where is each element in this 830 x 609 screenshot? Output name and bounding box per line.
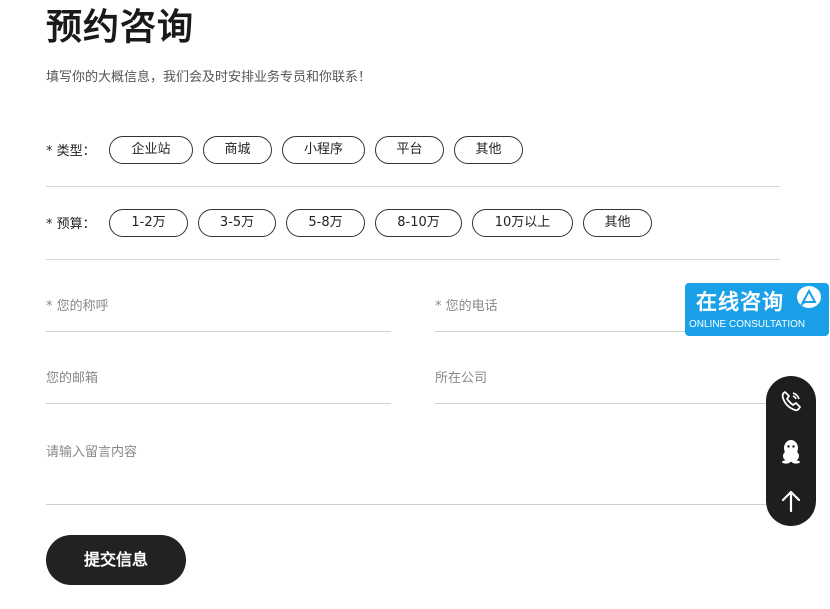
budget-option-5-8[interactable]: 5-8万	[286, 208, 365, 237]
type-option-mall[interactable]: 商城	[203, 135, 272, 164]
type-row: * 类型： 企业站 商城 小程序 平台 其他	[46, 113, 780, 187]
submit-button[interactable]: 提交信息	[46, 535, 186, 585]
page-title: 预约咨询	[46, 7, 195, 48]
budget-option-3-5[interactable]: 3-5万	[198, 208, 276, 237]
type-option-other[interactable]: 其他	[454, 135, 523, 164]
message-field[interactable]: 请输入留言内容	[46, 432, 780, 505]
phone-icon	[781, 391, 801, 412]
budget-option-1-2[interactable]: 1-2万	[109, 208, 188, 237]
online-consultation-title: 在线咨询	[696, 290, 784, 314]
page-description: 填写你的大概信息，我们会及时安排业务专员和你联系！	[46, 70, 372, 85]
arrow-up-icon	[781, 490, 801, 513]
chat-bubble-icon	[797, 286, 821, 308]
side-toolbar	[766, 376, 816, 526]
back-to-top-button[interactable]	[766, 476, 816, 526]
name-field[interactable]: * 您的称呼	[46, 286, 391, 332]
budget-option-8-10[interactable]: 8-10万	[375, 208, 462, 237]
type-option-miniprogram[interactable]: 小程序	[282, 135, 365, 164]
budget-option-10-plus[interactable]: 10万以上	[472, 208, 573, 237]
qq-button[interactable]	[766, 426, 816, 476]
phone-button[interactable]	[766, 376, 816, 426]
qq-penguin-icon	[782, 440, 800, 464]
budget-option-other[interactable]: 其他	[583, 208, 652, 237]
online-consultation-badge[interactable]: 在线咨询 ONLINE CONSULTATION	[685, 283, 829, 336]
type-label: * 类型：	[46, 144, 96, 159]
company-field[interactable]: 所在公司	[435, 358, 780, 404]
type-option-platform[interactable]: 平台	[375, 135, 444, 164]
online-consultation-subtitle: ONLINE CONSULTATION	[689, 319, 806, 330]
budget-row: * 预算： 1-2万 3-5万 5-8万 8-10万 10万以上 其他	[46, 186, 780, 260]
budget-label: * 预算：	[46, 217, 96, 232]
email-field[interactable]: 您的邮箱	[46, 358, 391, 404]
type-option-enterprise[interactable]: 企业站	[109, 135, 193, 164]
